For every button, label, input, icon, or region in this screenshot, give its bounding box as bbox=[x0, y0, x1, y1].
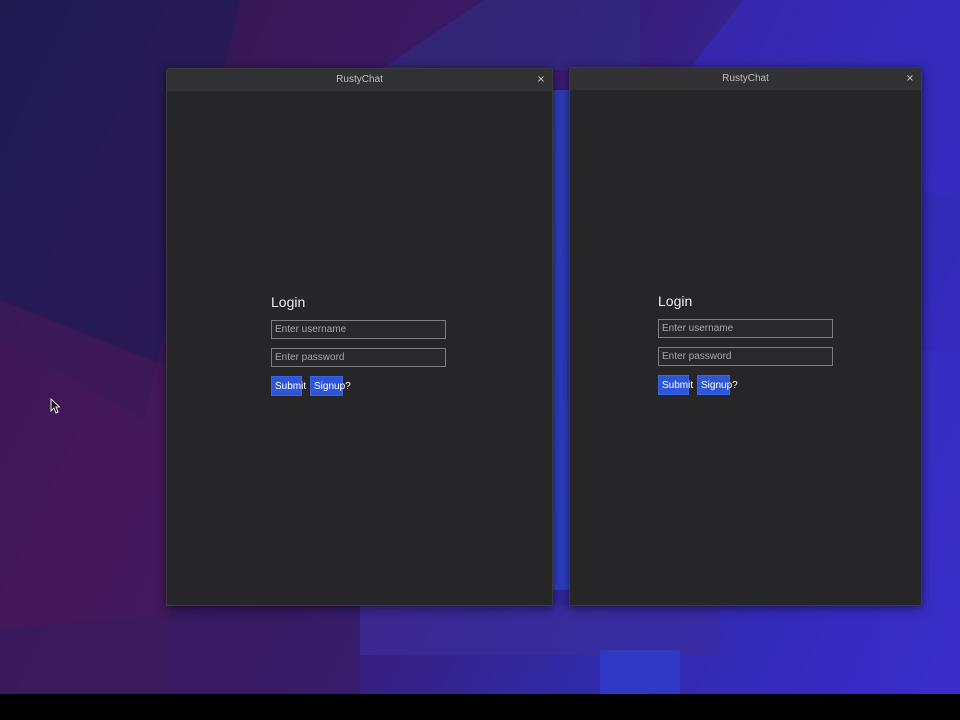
wallpaper-shard bbox=[600, 650, 680, 694]
username-input[interactable] bbox=[271, 320, 446, 339]
signup-button[interactable]: Signup? bbox=[697, 375, 738, 395]
password-input[interactable] bbox=[271, 348, 446, 367]
window-title: RustyChat bbox=[336, 74, 383, 85]
close-icon[interactable]: × bbox=[903, 71, 917, 87]
form-actions: Submit Signup? bbox=[658, 375, 838, 395]
form-actions: Submit Signup? bbox=[271, 376, 451, 396]
arrow-pointer-icon bbox=[50, 397, 61, 418]
window-title: RustyChat bbox=[722, 73, 769, 84]
window-titlebar[interactable]: RustyChat × bbox=[167, 69, 552, 92]
chat-window-right: RustyChat × Login Submit Signup? bbox=[569, 67, 922, 606]
wallpaper-shard bbox=[360, 605, 720, 655]
submit-button[interactable]: Submit bbox=[658, 375, 693, 395]
login-form: Login Submit Signup? bbox=[658, 293, 838, 398]
login-heading: Login bbox=[658, 293, 693, 309]
signup-button[interactable]: Signup? bbox=[310, 376, 351, 396]
login-form: Login Submit Signup? bbox=[271, 294, 451, 399]
username-input[interactable] bbox=[658, 319, 833, 338]
chat-window-left: RustyChat × Login Submit Signup? bbox=[166, 68, 553, 606]
taskbar bbox=[0, 694, 960, 720]
window-titlebar[interactable]: RustyChat × bbox=[570, 68, 921, 91]
login-heading: Login bbox=[271, 294, 306, 310]
password-input[interactable] bbox=[658, 347, 833, 366]
close-icon[interactable]: × bbox=[534, 72, 548, 88]
wallpaper-shard bbox=[380, 0, 640, 70]
submit-button[interactable]: Submit bbox=[271, 376, 306, 396]
